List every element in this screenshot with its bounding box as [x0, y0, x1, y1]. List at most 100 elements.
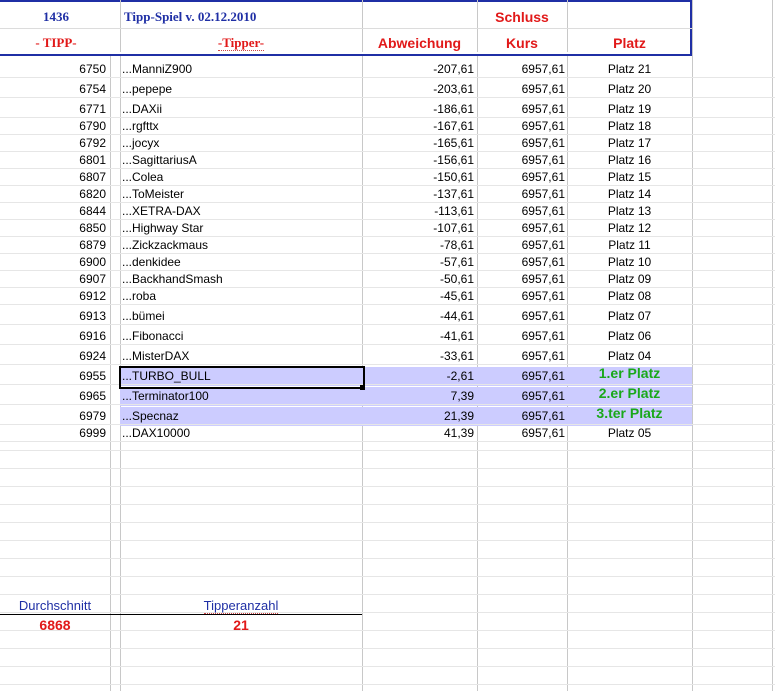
cell-platz[interactable]: 3.ter Platz	[567, 406, 692, 420]
cell-tipper[interactable]: ...jocyx	[122, 136, 360, 150]
cell-tipp[interactable]: 6912	[0, 289, 106, 303]
cell-abweichung[interactable]: -167,61	[362, 119, 474, 133]
cell-kurs[interactable]: 6957,61	[477, 62, 565, 76]
cell-tipper[interactable]: ...Fibonacci	[122, 329, 360, 343]
cell-abweichung[interactable]: -186,61	[362, 102, 474, 116]
cell-abweichung[interactable]: -156,61	[362, 153, 474, 167]
cell-kurs[interactable]: 6957,61	[477, 426, 565, 440]
cell-abweichung[interactable]: -41,61	[362, 329, 474, 343]
cell-tipper[interactable]: ...SagittariusA	[122, 153, 360, 167]
cell-tipp[interactable]: 6754	[0, 82, 106, 96]
cell-abweichung[interactable]: -107,61	[362, 221, 474, 235]
cell-abweichung[interactable]: 7,39	[362, 389, 474, 403]
cell-abweichung[interactable]: 21,39	[362, 409, 474, 423]
cell-tipp[interactable]: 6844	[0, 204, 106, 218]
cell-platz[interactable]: Platz 13	[567, 204, 692, 218]
cell-abweichung[interactable]: -45,61	[362, 289, 474, 303]
cell-platz[interactable]: Platz 10	[567, 255, 692, 269]
cell-platz[interactable]: Platz 19	[567, 102, 692, 116]
cell-tipp[interactable]: 6750	[0, 62, 106, 76]
cell-tipper[interactable]: ...Highway Star	[122, 221, 360, 235]
cell-tipp[interactable]: 6907	[0, 272, 106, 286]
fill-handle[interactable]	[360, 385, 365, 390]
cell-kurs[interactable]: 6957,61	[477, 153, 565, 167]
cell-abweichung[interactable]: -137,61	[362, 187, 474, 201]
cell-tipper[interactable]: ...pepepe	[122, 82, 360, 96]
cell-tipp[interactable]: 6807	[0, 170, 106, 184]
cell-tipp[interactable]: 6999	[0, 426, 106, 440]
cell-abweichung[interactable]: -44,61	[362, 309, 474, 323]
cell-platz[interactable]: 1.er Platz	[567, 366, 692, 380]
cell-tipp[interactable]: 6913	[0, 309, 106, 323]
cell-tipper[interactable]: ...bümei	[122, 309, 360, 323]
cell-abweichung[interactable]: -78,61	[362, 238, 474, 252]
cell-platz[interactable]: Platz 11	[567, 238, 692, 252]
cell-abweichung[interactable]: -57,61	[362, 255, 474, 269]
cell-kurs[interactable]: 6957,61	[477, 409, 565, 423]
cell-platz[interactable]: Platz 21	[567, 62, 692, 76]
cell-kurs[interactable]: 6957,61	[477, 82, 565, 96]
cell-platz[interactable]: Platz 07	[567, 309, 692, 323]
cell-abweichung[interactable]: -207,61	[362, 62, 474, 76]
cell-tipper[interactable]: ...roba	[122, 289, 360, 303]
cell-kurs[interactable]: 6957,61	[477, 329, 565, 343]
cell-kurs[interactable]: 6957,61	[477, 170, 565, 184]
cell-kurs[interactable]: 6957,61	[477, 389, 565, 403]
cell-tipp[interactable]: 6924	[0, 349, 106, 363]
cell-platz[interactable]: Platz 12	[567, 221, 692, 235]
cell-tipp[interactable]: 6792	[0, 136, 106, 150]
cell-tipp[interactable]: 6979	[0, 409, 106, 423]
cell-kurs[interactable]: 6957,61	[477, 272, 565, 286]
cell-tipper[interactable]: ...BackhandSmash	[122, 272, 360, 286]
cell-tipp[interactable]: 6801	[0, 153, 106, 167]
cell-kurs[interactable]: 6957,61	[477, 221, 565, 235]
cell-platz[interactable]: Platz 04	[567, 349, 692, 363]
cell-platz[interactable]: Platz 18	[567, 119, 692, 133]
cell-tipper[interactable]: ...XETRA-DAX	[122, 204, 360, 218]
cell-tipp[interactable]: 6790	[0, 119, 106, 133]
cell-tipp[interactable]: 6965	[0, 389, 106, 403]
cell-tipper[interactable]: ...MisterDAX	[122, 349, 360, 363]
cell-tipper[interactable]: ...Zickzackmaus	[122, 238, 360, 252]
cell-platz[interactable]: Platz 08	[567, 289, 692, 303]
cell-tipper[interactable]: ...DAXii	[122, 102, 360, 116]
cell-abweichung[interactable]: -165,61	[362, 136, 474, 150]
cell-tipp[interactable]: 6850	[0, 221, 106, 235]
cell-abweichung[interactable]: -150,61	[362, 170, 474, 184]
cell-tipp[interactable]: 6771	[0, 102, 106, 116]
cell-platz[interactable]: Platz 16	[567, 153, 692, 167]
cell-tipper[interactable]: ...denkidee	[122, 255, 360, 269]
cell-tipper[interactable]: ...rgfttx	[122, 119, 360, 133]
cell-kurs[interactable]: 6957,61	[477, 119, 565, 133]
cell-abweichung[interactable]: -33,61	[362, 349, 474, 363]
cell-tipper[interactable]: ...ManniZ900	[122, 62, 360, 76]
cell-tipp[interactable]: 6900	[0, 255, 106, 269]
cell-kurs[interactable]: 6957,61	[477, 255, 565, 269]
cell-platz[interactable]: Platz 20	[567, 82, 692, 96]
cell-tipper[interactable]: ...Specnaz	[122, 409, 360, 423]
cell-platz[interactable]: Platz 17	[567, 136, 692, 150]
cell-tipp[interactable]: 6820	[0, 187, 106, 201]
cell-platz[interactable]: Platz 09	[567, 272, 692, 286]
cell-tipper[interactable]: ...DAX10000	[122, 426, 360, 440]
cell-kurs[interactable]: 6957,61	[477, 136, 565, 150]
cell-tipp[interactable]: 6879	[0, 238, 106, 252]
cell-platz[interactable]: Platz 14	[567, 187, 692, 201]
cell-tipper[interactable]: ...Terminator100	[122, 389, 360, 403]
cell-kurs[interactable]: 6957,61	[477, 102, 565, 116]
cell-abweichung[interactable]: -203,61	[362, 82, 474, 96]
cell-kurs[interactable]: 6957,61	[477, 289, 565, 303]
cell-abweichung[interactable]: -113,61	[362, 204, 474, 218]
cell-kurs[interactable]: 6957,61	[477, 309, 565, 323]
cell-platz[interactable]: 2.er Platz	[567, 386, 692, 400]
cell-platz[interactable]: Platz 05	[567, 426, 692, 440]
cell-kurs[interactable]: 6957,61	[477, 204, 565, 218]
cell-abweichung[interactable]: -50,61	[362, 272, 474, 286]
cell-kurs[interactable]: 6957,61	[477, 349, 565, 363]
cell-tipp[interactable]: 6916	[0, 329, 106, 343]
cell-kurs[interactable]: 6957,61	[477, 369, 565, 383]
cell-kurs[interactable]: 6957,61	[477, 238, 565, 252]
cell-kurs[interactable]: 6957,61	[477, 187, 565, 201]
cell-tipper[interactable]: ...ToMeister	[122, 187, 360, 201]
cell-tipper[interactable]: ...Colea	[122, 170, 360, 184]
